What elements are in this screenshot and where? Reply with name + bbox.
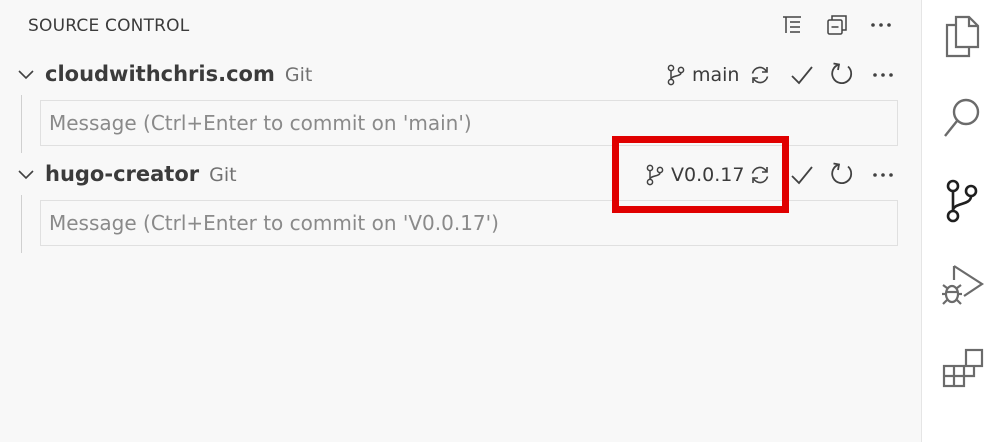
- refresh-icon[interactable]: [829, 61, 855, 87]
- activity-bar: [921, 0, 1001, 442]
- git-branch-icon: [666, 63, 686, 87]
- indent-guide: [21, 95, 22, 153]
- branch-name: main: [692, 64, 740, 86]
- repository-name-text: cloudwithchris.com: [45, 62, 275, 86]
- branch-button[interactable]: main: [666, 61, 739, 89]
- source-control-icon[interactable]: [942, 178, 982, 224]
- collapse-all-icon[interactable]: [825, 13, 849, 37]
- explorer-icon[interactable]: [942, 14, 982, 58]
- refresh-icon[interactable]: [829, 161, 855, 187]
- sync-icon[interactable]: [748, 63, 772, 87]
- repository-kind: Git: [284, 64, 313, 86]
- panel-title: SOURCE CONTROL: [28, 16, 190, 36]
- more-actions-icon[interactable]: [871, 63, 895, 87]
- chevron-down-icon[interactable]: [16, 65, 36, 85]
- tree-view-icon[interactable]: [780, 13, 804, 37]
- commit-check-icon[interactable]: [789, 62, 815, 88]
- repository-name: cloudwithchris.com Git: [45, 62, 312, 86]
- repository-name: hugo-creator Git: [45, 162, 237, 186]
- more-actions-icon[interactable]: [871, 163, 895, 187]
- repository-row[interactable]: cloudwithchris.com Git main: [0, 55, 921, 95]
- indent-guide: [21, 195, 22, 253]
- extensions-icon[interactable]: [942, 346, 986, 390]
- search-icon[interactable]: [942, 96, 982, 140]
- source-control-panel: SOURCE CONTROL cloudwithchris.com Git ma…: [0, 0, 921, 442]
- repository-kind: Git: [209, 164, 237, 186]
- commit-check-icon[interactable]: [789, 162, 815, 188]
- chevron-down-icon[interactable]: [16, 165, 36, 185]
- run-debug-icon[interactable]: [940, 262, 986, 308]
- repository-name-text: hugo-creator: [45, 162, 200, 186]
- highlight-annotation: [612, 136, 789, 213]
- more-actions-icon[interactable]: [869, 13, 893, 37]
